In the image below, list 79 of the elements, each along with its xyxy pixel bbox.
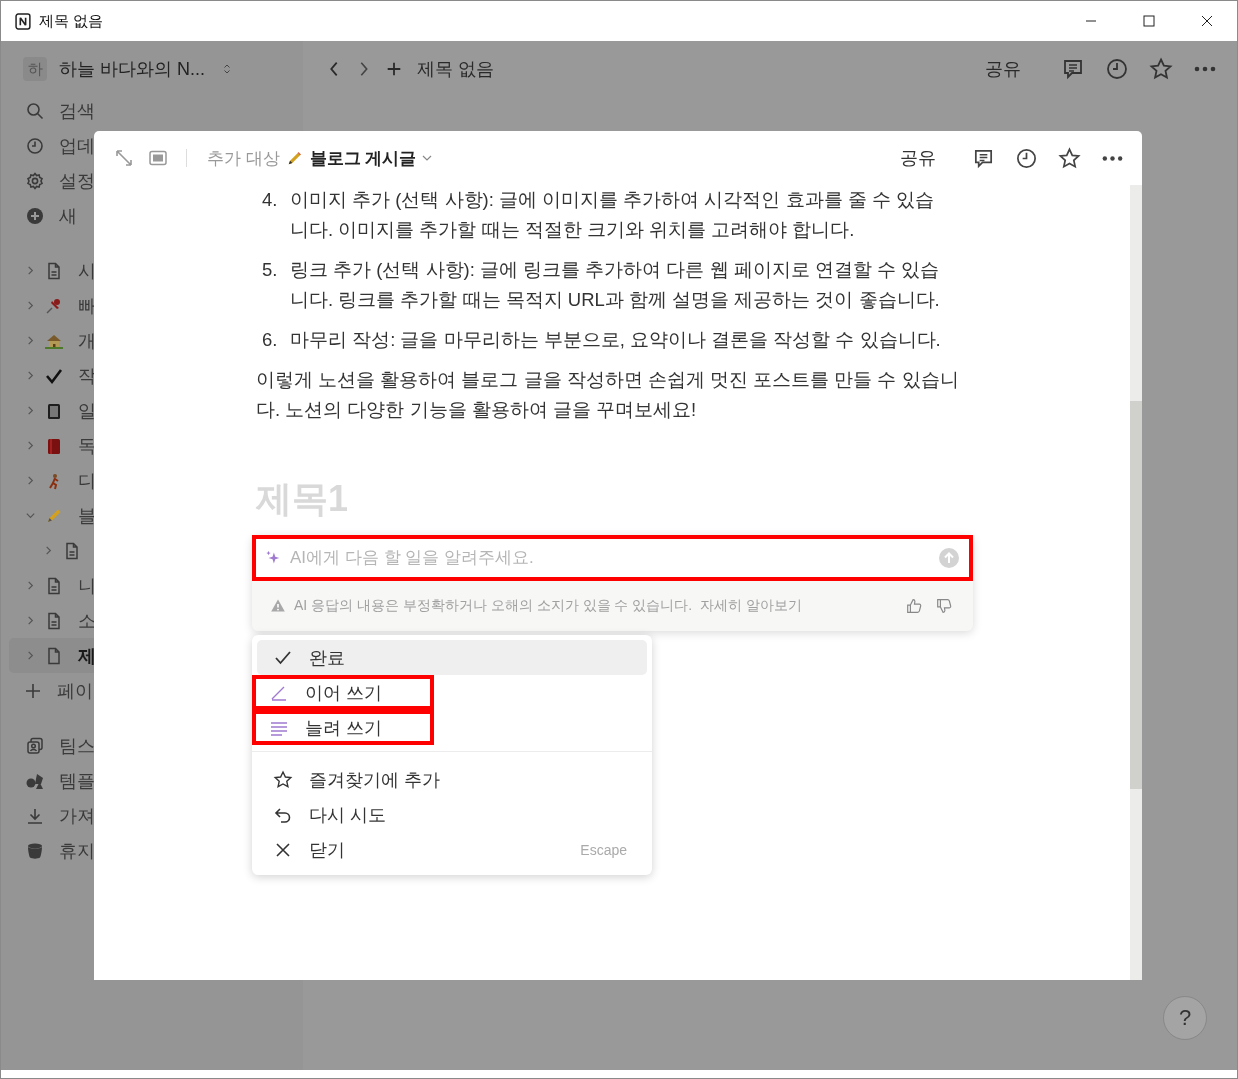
star-icon — [273, 769, 293, 790]
close-icon[interactable] — [1201, 15, 1213, 27]
add-to-label: 추가 대상 — [207, 147, 280, 170]
workspace-name[interactable]: 하늘 바다와의 N... — [59, 57, 205, 81]
menu-item[interactable]: 다시 시도 — [257, 797, 647, 832]
chevron-right-icon[interactable] — [25, 405, 36, 416]
menu-item[interactable]: 닫기 Escape — [257, 832, 647, 867]
share-button[interactable]: 공유 — [985, 57, 1021, 81]
switch-icon[interactable] — [221, 63, 233, 75]
view-mode-icon[interactable] — [148, 148, 168, 168]
shortcut-hint: Escape — [580, 841, 627, 858]
sidebar-item[interactable]: 새 — [9, 198, 95, 233]
clock-icon — [25, 135, 45, 156]
plus-icon[interactable] — [385, 60, 403, 78]
list-text: 마무리 작성: 글을 마무리하는 부분으로, 요약이나 결론을 작성할 수 있습니다. — [290, 328, 942, 352]
chevron-right-icon[interactable] — [25, 615, 36, 626]
sidebar-item[interactable]: 작 — [9, 358, 95, 393]
comment-icon[interactable] — [1061, 57, 1085, 81]
list-number: 5. — [261, 258, 279, 282]
sidebar-item[interactable]: 업데 — [9, 128, 95, 163]
chevron-right-icon[interactable] — [25, 475, 36, 486]
search-icon — [25, 100, 45, 121]
list-number: 6. — [261, 328, 279, 352]
breadcrumb[interactable]: 제목 없음 — [417, 57, 494, 81]
window-title: 제목 없음 — [39, 11, 104, 31]
warning-text: AI 응답의 내용은 부정확하거나 오해의 소지가 있을 수 있습니다. — [294, 597, 693, 615]
list-text: 링크 추가 (선택 사항): 글에 링크를 추가하여 다른 웹 페이지로 연결할 수 있습니다. 링크를 추가할 때는 목적지 URL과 함께 설명을 제공하는 것이 좋습니다. — [290, 258, 941, 312]
sidebar-item[interactable]: 독 — [9, 428, 95, 463]
chevron-right-icon[interactable] — [25, 300, 36, 311]
menu-item[interactable]: 완료 — [257, 640, 647, 675]
sidebar-item[interactable]: 니 — [9, 568, 95, 603]
sidebar-item[interactable]: 시 — [9, 253, 95, 288]
sidebar-item[interactable]: 휴지 — [9, 833, 95, 868]
maximize-icon[interactable] — [1143, 15, 1155, 27]
chevron-right-icon[interactable] — [25, 265, 36, 276]
sidebar-item[interactable]: 설정 — [9, 163, 95, 198]
chevron-down-icon[interactable] — [25, 510, 36, 521]
chevron-right-icon[interactable] — [25, 580, 36, 591]
chevron-right-icon[interactable] — [25, 650, 36, 661]
sidebar-item[interactable]: 빠 — [9, 288, 95, 323]
target-dropdown[interactable]: 블로그 게시글 — [309, 146, 417, 170]
sidebar-item[interactable]: 소 — [9, 603, 95, 638]
sidebar-item[interactable]: 팀스 — [9, 728, 95, 763]
plus-circle-icon — [25, 205, 45, 226]
sidebar-item[interactable]: 템플 — [9, 763, 95, 798]
menu-item[interactable]: 즐겨찾기에 추가 — [257, 762, 647, 797]
clock-icon[interactable] — [1105, 57, 1129, 81]
gear-icon — [25, 170, 45, 191]
sidebar-item[interactable]: 가져 — [9, 798, 95, 833]
thumbs-up-icon[interactable] — [905, 597, 923, 615]
sidebar-item[interactable]: 검색 — [9, 93, 303, 128]
menu-item[interactable]: 이어 쓰기 — [252, 675, 434, 710]
people-icon — [25, 735, 45, 756]
sidebar-item[interactable]: 개 — [9, 323, 95, 358]
help-button[interactable]: ? — [1163, 996, 1207, 1040]
menu-item[interactable]: 늘려 쓰기 — [252, 710, 434, 745]
scrollbar-thumb[interactable] — [1130, 401, 1142, 789]
chevron-right-icon[interactable] — [25, 335, 36, 346]
share-button[interactable]: 공유 — [900, 146, 936, 170]
chevron-right-icon[interactable] — [25, 370, 36, 381]
list-number: 4. — [261, 188, 279, 212]
thumbs-down-icon[interactable] — [935, 597, 953, 615]
sidebar-item[interactable]: 디 — [9, 463, 95, 498]
chevron-right-icon[interactable] — [25, 440, 36, 451]
add-page-item[interactable]: 페이 — [9, 673, 95, 708]
star-icon[interactable] — [1149, 57, 1173, 81]
clock-icon[interactable] — [1015, 146, 1038, 170]
learn-more-link[interactable]: 자세히 알아보기 — [700, 597, 803, 615]
sidebar-item[interactable]: 제 — [9, 638, 95, 673]
sidebar-item[interactable]: 일 — [9, 393, 95, 428]
expand-icon[interactable] — [114, 148, 134, 168]
warning-icon — [270, 598, 286, 614]
sidebar-item[interactable]: 블 — [9, 498, 95, 533]
list-text: 이미지 추가 (선택 사항): 글에 이미지를 추가하여 시각적인 효과를 줄 수 있습니다. 이미지를 추가할 때는 적절한 크기와 위치를 고려해야 합니다. — [290, 188, 935, 242]
chevron-right-icon[interactable] — [43, 545, 54, 556]
app-logo-icon — [15, 12, 32, 30]
ai-prompt-field[interactable]: AI에게 다음 할 일을 알려주세요. — [252, 535, 973, 581]
paragraph: 이렇게 노션을 활용하여 블로그 글을 작성하면 손쉽게 멋진 포스트를 만들 수 있습니다. 노션의 다양한 기능을 활용하여 글을 꾸며보세요! — [256, 368, 960, 422]
star-icon[interactable] — [1058, 146, 1081, 170]
